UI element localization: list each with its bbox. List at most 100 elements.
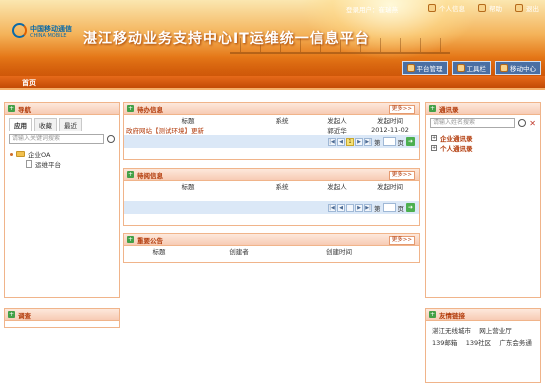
profile-link[interactable]: 个人信息 <box>428 3 465 13</box>
contacts-item-personal[interactable]: + 个人通讯录 <box>431 143 535 153</box>
search-icon[interactable] <box>518 119 527 127</box>
last-page-button[interactable]: ▶| <box>364 137 372 146</box>
tab-label: 移动中心 <box>510 65 536 73</box>
contacts-panel-header: + 通讯录 <box>426 103 540 115</box>
expand-icon[interactable]: + <box>431 135 437 141</box>
todo-table-header: 标题 系统 发起人 发起时间 <box>124 115 419 125</box>
todo-pager: |◀ ◀ 1 ▶ ▶| 第 页 ➜ <box>124 135 419 148</box>
todo-panel: + 待办信息 更多>> 标题 系统 发起人 发起时间 政府网站【测试环境】更新 … <box>123 102 420 160</box>
help-link-label: 帮助 <box>489 5 502 13</box>
logout-link-label: 退出 <box>526 5 539 13</box>
tab-mobile-center[interactable]: 移动中心 <box>495 61 541 75</box>
tab-label: 平台管理 <box>416 65 443 73</box>
next-page-button[interactable]: ▶ <box>355 137 363 146</box>
page-unit: 页 <box>397 204 405 213</box>
clear-icon[interactable]: ✕ <box>529 119 536 128</box>
page-label: 第 <box>374 138 381 147</box>
exit-icon <box>515 4 523 12</box>
todo-panel-title: 待办信息 <box>137 105 163 114</box>
contacts-search: 请输入姓名搜索 ✕ <box>430 118 536 128</box>
plus-icon[interactable]: + <box>429 105 436 112</box>
link-139-community[interactable]: 139社区 <box>466 339 491 347</box>
header-banner: 中国移动通信 CHINA MOBILE 湛江移动业务支持中心IT运维统一信息平台… <box>0 0 545 76</box>
todo-more-button[interactable]: 更多>> <box>388 105 415 114</box>
links-panel-header: + 友情链接 <box>426 309 540 321</box>
tab-favorites[interactable]: 收藏 <box>34 118 57 131</box>
nav-home[interactable]: 首页 <box>22 78 36 88</box>
notice-pager: |◀ ◀ ▶ ▶| 第 页 ➜ <box>124 201 419 214</box>
search-icon[interactable] <box>107 135 115 143</box>
prev-page-button[interactable]: ◀ <box>337 203 345 212</box>
col-time: 发起时间 <box>377 183 403 191</box>
tree-item-ops-platform[interactable]: 运维平台 <box>10 159 114 169</box>
tab-toolbar[interactable]: 工具栏 <box>451 61 491 75</box>
link-zhanjiang-wireless[interactable]: 湛江无线城市 <box>432 327 471 335</box>
survey-panel-header: + 调查 <box>5 309 119 321</box>
announce-panel-title: 重要公告 <box>137 236 163 245</box>
col-creator: 创建者 <box>229 248 249 256</box>
contacts-item-label: 企业通讯录 <box>440 135 473 143</box>
folder-icon <box>16 151 25 157</box>
nav-tabs: 应用 收藏 最近 <box>5 115 119 131</box>
go-icon[interactable]: ➜ <box>406 203 415 212</box>
first-page-button[interactable]: |◀ <box>328 137 336 146</box>
row-title[interactable]: 政府网站【测试环境】更新 <box>124 125 252 135</box>
page-label: 第 <box>374 204 381 213</box>
plus-icon[interactable]: + <box>127 105 134 112</box>
nav-search-input[interactable]: 请输入关键词搜索 <box>9 134 104 144</box>
next-page-button[interactable]: ▶ <box>355 203 363 212</box>
page-title: 湛江移动业务支持中心IT运维统一信息平台 <box>83 31 370 47</box>
nav-search: 请输入关键词搜索 <box>9 134 115 144</box>
go-icon[interactable]: ➜ <box>406 137 415 146</box>
plus-icon[interactable]: + <box>8 105 15 112</box>
link-gd-meeting[interactable]: 广东会务通 <box>499 339 532 347</box>
tab-label: 工具栏 <box>466 65 487 73</box>
header-tabs: 平台管理 工具栏 移动中心 <box>401 61 541 75</box>
prev-page-button[interactable]: ◀ <box>337 137 345 146</box>
contacts-item-enterprise[interactable]: + 企业通讯录 <box>431 133 535 143</box>
page-input[interactable] <box>382 203 396 212</box>
tab-apps[interactable]: 应用 <box>9 118 32 131</box>
notice-panel: + 待阅信息 更多>> 标题 系统 发起人 发起时间 |◀ ◀ ▶ ▶| 第 页… <box>123 168 420 226</box>
last-page-button[interactable]: ▶| <box>364 203 372 212</box>
tab-recent[interactable]: 最近 <box>59 118 82 131</box>
page-unit: 页 <box>397 138 405 147</box>
survey-panel-title: 调查 <box>18 311 31 320</box>
plus-icon[interactable]: + <box>8 311 15 318</box>
table-row[interactable]: 政府网站【测试环境】更新 郭近华 2012-11-02 <box>124 125 419 135</box>
help-icon <box>478 4 486 12</box>
contacts-panel-title: 通讯录 <box>439 105 459 114</box>
tools-icon <box>456 64 465 72</box>
expand-icon[interactable] <box>10 152 13 156</box>
link-online-hall[interactable]: 网上营业厅 <box>479 327 512 335</box>
row-time: 2012-11-02 <box>371 126 409 134</box>
links-panel-title: 友情链接 <box>439 311 465 320</box>
logout-link[interactable]: 退出 <box>515 3 539 13</box>
expand-icon[interactable]: + <box>431 145 437 151</box>
logo-text-en: CHINA MOBILE <box>30 33 67 39</box>
nav-panel-title: 导航 <box>18 105 31 114</box>
tab-platform-management[interactable]: 平台管理 <box>401 61 448 75</box>
page-input[interactable] <box>382 137 396 146</box>
plus-icon[interactable]: + <box>127 171 134 178</box>
current-page[interactable]: 1 <box>346 137 354 146</box>
survey-panel: + 调查 <box>4 308 120 328</box>
first-page-button[interactable]: |◀ <box>328 203 336 212</box>
col-created-time: 创建时间 <box>326 248 352 256</box>
user-name: 崔瑞燕 <box>378 6 399 14</box>
announce-more-button[interactable]: 更多>> <box>388 236 415 245</box>
tree-item-enterprise-oa[interactable]: 企业OA <box>10 149 114 159</box>
contacts-tree: + 企业通讯录 + 个人通讯录 <box>426 131 540 155</box>
notice-more-button[interactable]: 更多>> <box>388 171 415 180</box>
help-link[interactable]: 帮助 <box>478 3 502 13</box>
plus-icon[interactable]: + <box>127 236 134 243</box>
plus-icon[interactable]: + <box>429 311 436 318</box>
tree-item-label: 运维平台 <box>35 161 61 169</box>
nav-tree: 企业OA 运维平台 <box>5 147 119 171</box>
current-page[interactable] <box>346 203 354 212</box>
contacts-search-input[interactable]: 请输入姓名搜索 <box>430 118 516 128</box>
links-panel: + 友情链接 湛江无线城市 网上营业厅 139邮箱 139社区 广东会务通 <box>425 308 541 383</box>
link-139-mail[interactable]: 139邮箱 <box>432 339 457 347</box>
todo-panel-header: + 待办信息 更多>> <box>124 103 419 115</box>
col-system: 系统 <box>275 183 289 191</box>
